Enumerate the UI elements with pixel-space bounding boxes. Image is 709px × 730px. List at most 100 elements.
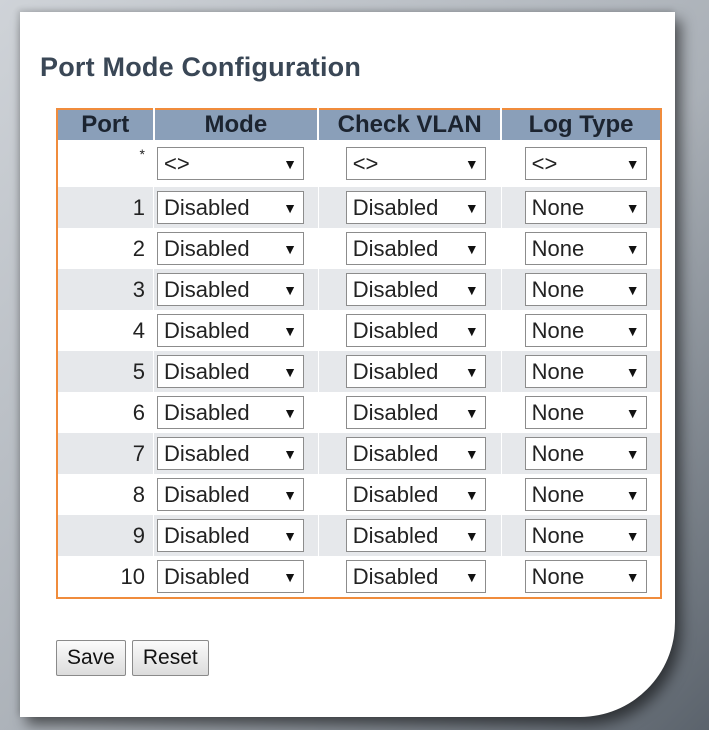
log-type-select[interactable]: None ▼	[524, 437, 647, 470]
log-type-select[interactable]: None ▼	[524, 232, 647, 265]
select-value: Disabled	[164, 358, 250, 384]
log-type-cell: None ▼	[500, 228, 661, 269]
select-value: Disabled	[164, 522, 250, 548]
dropdown-arrow-icon: ▼	[283, 445, 297, 462]
reset-button[interactable]: Reset	[131, 640, 209, 676]
mode-select[interactable]: Disabled ▼	[157, 191, 304, 224]
table-row: 8 Disabled ▼ Disabled ▼ None ▼	[56, 474, 661, 515]
header-log-type: Log Type	[500, 109, 661, 140]
check-vlan-select[interactable]: Disabled ▼	[345, 355, 486, 388]
check-vlan-select[interactable]: Disabled ▼	[345, 314, 486, 347]
mode-select[interactable]: Disabled ▼	[157, 396, 304, 429]
mode-select[interactable]: Disabled ▼	[157, 314, 304, 347]
select-value: None	[531, 522, 585, 548]
select-value: Disabled	[352, 358, 439, 384]
check-vlan-select[interactable]: Disabled ▼	[345, 437, 486, 470]
wildcard-row: * <> ▼ <> ▼ <> ▼	[56, 140, 661, 187]
dropdown-arrow-icon: ▼	[625, 486, 640, 503]
mode-cell: Disabled ▼	[153, 515, 319, 556]
mode-cell: Disabled ▼	[153, 187, 319, 228]
select-value: <>	[531, 150, 558, 176]
dropdown-arrow-icon: ▼	[283, 240, 297, 257]
log-type-cell: None ▼	[500, 187, 661, 228]
port-mode-table: Port Mode Check VLAN Log Type * <> ▼ <> …	[56, 108, 662, 599]
check-vlan-cell: Disabled ▼	[317, 433, 502, 474]
mode-select[interactable]: Disabled ▼	[157, 478, 304, 511]
table-body: * <> ▼ <> ▼ <> ▼ 1 Disabled ▼ Disabled ▼ N	[56, 140, 661, 598]
header-mode: Mode	[152, 109, 319, 140]
log-type-cell: None ▼	[500, 310, 661, 351]
check-vlan-cell: Disabled ▼	[317, 392, 502, 433]
save-button[interactable]: Save	[56, 640, 126, 676]
port-cell: 3	[56, 269, 154, 310]
dropdown-arrow-icon: ▼	[464, 322, 479, 339]
mode-select[interactable]: Disabled ▼	[157, 437, 304, 470]
log-type-select[interactable]: None ▼	[524, 478, 647, 511]
select-value: <>	[164, 150, 190, 176]
select-value: Disabled	[352, 481, 439, 507]
check-vlan-select[interactable]: Disabled ▼	[345, 519, 486, 552]
select-value: Disabled	[352, 317, 439, 343]
dropdown-arrow-icon: ▼	[625, 445, 640, 462]
select-value: None	[531, 399, 585, 425]
log-type-cell: None ▼	[500, 392, 661, 433]
select-value: Disabled	[352, 522, 439, 548]
check-vlan-cell: Disabled ▼	[317, 269, 502, 310]
select-value: Disabled	[164, 276, 250, 302]
page-title: Port Mode Configuration	[40, 52, 362, 82]
check-vlan-select[interactable]: Disabled ▼	[345, 478, 486, 511]
mode-select[interactable]: Disabled ▼	[157, 560, 304, 593]
log-type-select[interactable]: None ▼	[524, 396, 647, 429]
select-value: None	[531, 440, 585, 466]
port-cell: 7	[56, 433, 154, 474]
dropdown-arrow-icon: ▼	[625, 363, 640, 380]
select-value: Disabled	[352, 399, 439, 425]
log-type-select[interactable]: None ▼	[524, 519, 647, 552]
mode-cell: <> ▼	[153, 140, 319, 187]
check-vlan-select[interactable]: Disabled ▼	[345, 396, 486, 429]
port-cell: *	[56, 140, 154, 187]
port-cell: 4	[56, 310, 154, 351]
mode-select[interactable]: Disabled ▼	[157, 273, 304, 306]
mode-select[interactable]: Disabled ▼	[157, 232, 304, 265]
port-cell: 5	[56, 351, 154, 392]
mode-select[interactable]: Disabled ▼	[157, 355, 304, 388]
check-vlan-select[interactable]: Disabled ▼	[345, 232, 486, 265]
table-row: 4 Disabled ▼ Disabled ▼ None ▼	[56, 310, 661, 351]
table-row: 7 Disabled ▼ Disabled ▼ None ▼	[56, 433, 661, 474]
port-cell: 6	[56, 392, 154, 433]
dropdown-arrow-icon: ▼	[625, 322, 640, 339]
check-vlan-cell: <> ▼	[317, 140, 502, 187]
mode-cell: Disabled ▼	[153, 228, 319, 269]
log-type-select[interactable]: None ▼	[524, 560, 647, 593]
check-vlan-select[interactable]: Disabled ▼	[345, 560, 486, 593]
dropdown-arrow-icon: ▼	[283, 527, 297, 544]
select-value: Disabled	[352, 440, 439, 466]
mode-cell: Disabled ▼	[153, 474, 319, 515]
mode-select[interactable]: Disabled ▼	[157, 519, 304, 552]
select-value: None	[531, 235, 585, 261]
check-vlan-select[interactable]: Disabled ▼	[345, 191, 486, 224]
dropdown-arrow-icon: ▼	[464, 568, 479, 585]
mode-cell: Disabled ▼	[153, 310, 319, 351]
dropdown-arrow-icon: ▼	[625, 199, 640, 216]
check-vlan-cell: Disabled ▼	[317, 187, 502, 228]
log-type-select[interactable]: None ▼	[524, 314, 647, 347]
log-type-select-all[interactable]: <> ▼	[524, 147, 647, 180]
check-vlan-select-all[interactable]: <> ▼	[345, 147, 486, 180]
mode-select-all[interactable]: <> ▼	[157, 147, 304, 180]
log-type-select[interactable]: None ▼	[524, 355, 647, 388]
dropdown-arrow-icon: ▼	[625, 240, 640, 257]
check-vlan-select[interactable]: Disabled ▼	[345, 273, 486, 306]
log-type-select[interactable]: None ▼	[524, 191, 647, 224]
dropdown-arrow-icon: ▼	[283, 404, 297, 421]
table-row: 5 Disabled ▼ Disabled ▼ None ▼	[56, 351, 661, 392]
log-type-select[interactable]: None ▼	[524, 273, 647, 306]
port-cell: 10	[56, 556, 154, 598]
table-header-row: Port Mode Check VLAN Log Type	[57, 109, 661, 140]
dropdown-arrow-icon: ▼	[283, 155, 297, 172]
select-value: Disabled	[352, 276, 439, 302]
port-cell: 1	[56, 187, 154, 228]
dropdown-arrow-icon: ▼	[464, 527, 479, 544]
log-type-cell: None ▼	[500, 433, 661, 474]
